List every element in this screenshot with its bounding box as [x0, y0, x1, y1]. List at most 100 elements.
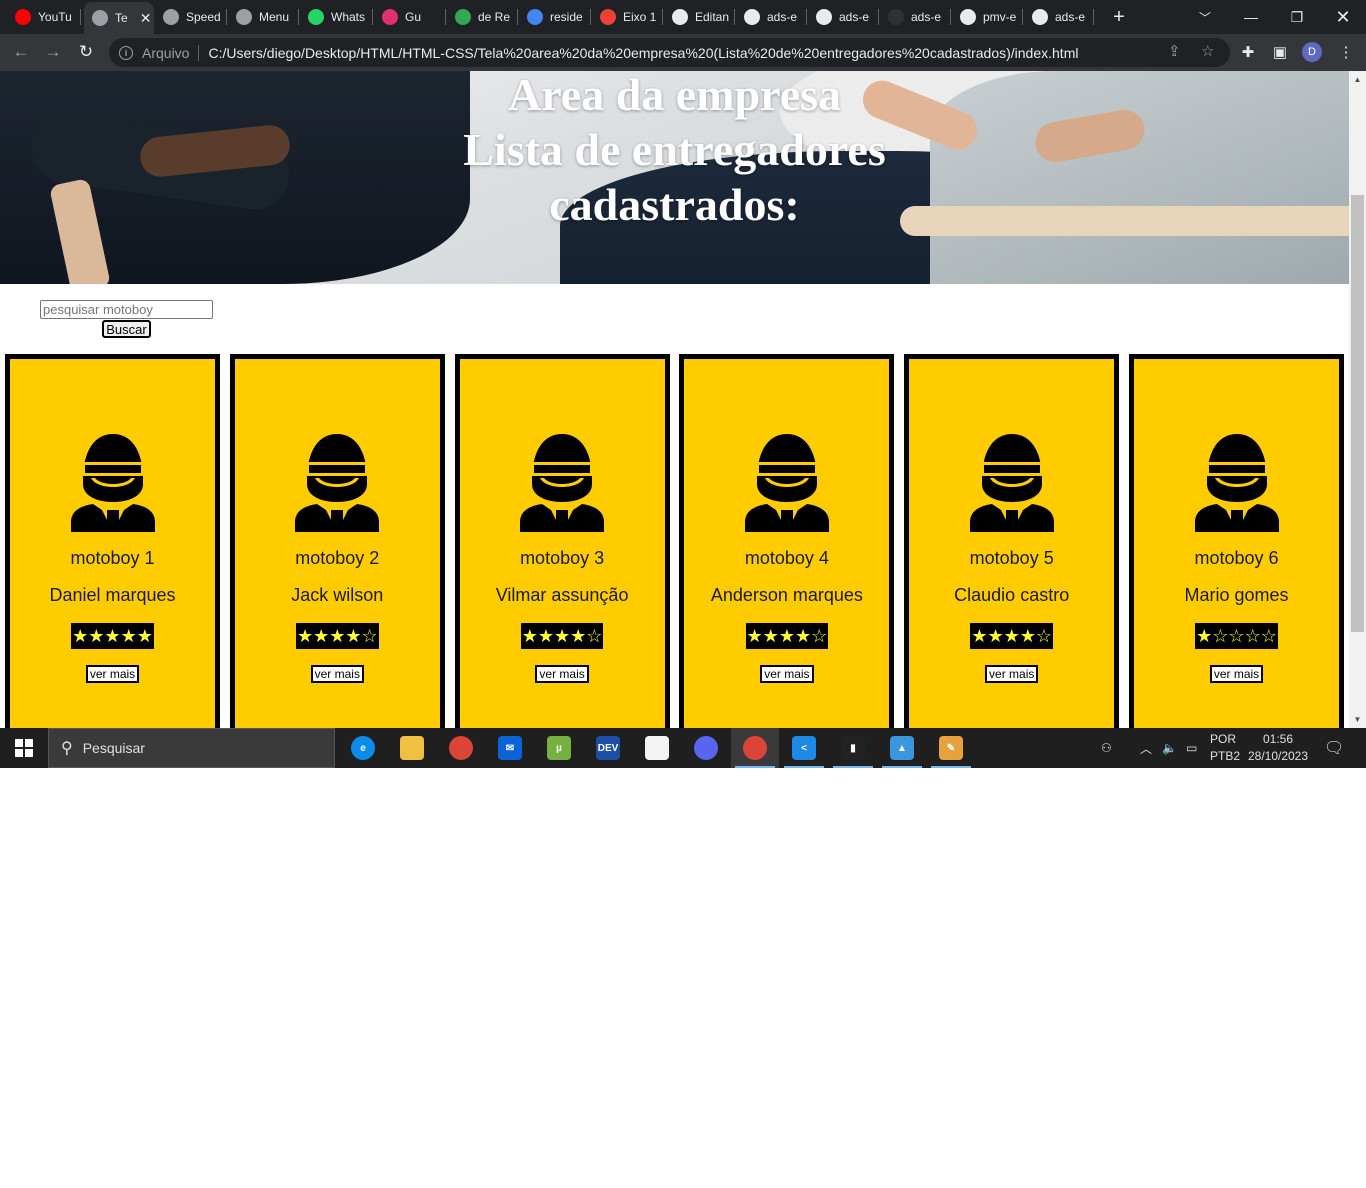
search-area: Buscar [40, 300, 213, 338]
scrollbar-thumb[interactable] [1351, 195, 1364, 632]
browser-tab[interactable]: Te ✕ [84, 2, 154, 34]
browser-tab[interactable]: Speed [155, 5, 227, 29]
search-motoboy-input[interactable] [40, 300, 213, 319]
star-rating: ★★★★☆ [970, 623, 1054, 649]
clock-time: 01:56 [1262, 732, 1294, 746]
windows-start-icon[interactable] [0, 728, 48, 768]
taskbar-app[interactable]: ✎ [927, 728, 975, 768]
address-bar[interactable]: i Arquivo C:/Users/diego/Desktop/HTML/HT… [109, 38, 1230, 67]
taskbar-app[interactable]: ✉ [486, 728, 534, 768]
taskbar-app[interactable]: < [780, 728, 828, 768]
tab-separator [590, 9, 591, 25]
courier-card: motoboy 6 Mario gomes ★☆☆☆☆ ver mais [1129, 354, 1344, 728]
back-arrow-icon[interactable]: ← [8, 39, 34, 65]
tab-search-chevron-icon[interactable]: ﹀ [1193, 5, 1217, 29]
courier-name: Anderson marques [710, 585, 863, 605]
address-scheme: Arquivo [142, 44, 190, 61]
taskbar-app[interactable] [388, 728, 436, 768]
chrome-icon [449, 736, 473, 760]
page-title-line-2: Lista de entregadores [463, 124, 886, 175]
ver-mais-button[interactable]: ver mais [1209, 665, 1264, 683]
github-dark-icon [888, 9, 904, 25]
browser-tab[interactable]: Editan [664, 5, 735, 29]
taskbar-app[interactable]: µ [535, 728, 583, 768]
browser-tab[interactable]: Eixo 1 [592, 5, 663, 29]
bookmark-star-icon[interactable]: ☆ [1201, 42, 1214, 60]
browser-tab[interactable]: pmv-e [952, 5, 1023, 29]
browser-tab[interactable]: Menu [228, 5, 299, 29]
taskbar-app[interactable] [633, 728, 681, 768]
address-divider [198, 44, 200, 61]
motorcycle-helmet-rider-icon [295, 432, 380, 532]
ver-mais-button[interactable]: ver mais [535, 665, 589, 683]
menu-kebab-icon[interactable]: ⋮ [1334, 40, 1358, 64]
github-icon [744, 9, 760, 25]
motorcycle-helmet-rider-icon [70, 432, 155, 532]
running-indicator [784, 766, 824, 768]
volume-icon[interactable]: 🔈 [1162, 728, 1177, 768]
courier-card-list: motoboy 1 Daniel marques ★★★★★ ver mais moto… [5, 354, 1345, 728]
page-title-line-3: cadastrados: [549, 179, 800, 230]
close-tab-icon[interactable]: ✕ [140, 10, 152, 27]
browser-tab[interactable]: ads-e [1024, 5, 1094, 29]
ver-mais-button[interactable]: ver mais [85, 665, 140, 683]
star-rating: ★★★★★ [71, 623, 154, 649]
page-scrollbar[interactable]: ▲ ▼ [1349, 71, 1366, 728]
new-tab-button[interactable]: + [1107, 5, 1131, 29]
search-button[interactable]: Buscar [102, 320, 151, 338]
taskbar-app[interactable] [731, 728, 779, 768]
courier-number-label: motoboy 1 [70, 548, 155, 568]
share-icon[interactable]: ⇪ [1168, 42, 1181, 60]
youtube-icon [15, 9, 31, 25]
scroll-up-arrow-icon[interactable]: ▲ [1349, 71, 1366, 88]
browser-tab[interactable]: YouTu [7, 5, 81, 29]
side-panel-icon[interactable]: ▣ [1268, 40, 1292, 64]
star-rating: ★★★★☆ [295, 623, 379, 649]
close-window-button[interactable]: ✕ [1320, 0, 1366, 34]
taskbar-app[interactable] [437, 728, 485, 768]
notifications-icon[interactable]: 🗨 [1324, 728, 1344, 768]
browser-tab-title: Te [115, 11, 128, 25]
ver-mais-button[interactable]: ver mais [760, 665, 814, 683]
browser-tab[interactable]: Gu [374, 5, 446, 29]
courier-number-label: motoboy 3 [520, 548, 605, 568]
extensions-icon[interactable]: ✚ [1236, 40, 1260, 64]
browser-tab[interactable]: reside [519, 5, 591, 29]
scroll-down-arrow-icon[interactable]: ▼ [1349, 711, 1366, 728]
network-icon[interactable]: ▭ [1186, 728, 1197, 768]
forward-arrow-icon[interactable]: → [40, 39, 66, 65]
people-icon[interactable]: ⚇ [1101, 728, 1112, 768]
taskbar-clock[interactable]: 01:56 28/10/2023 [1247, 731, 1309, 765]
browser-tab[interactable]: de Re [447, 5, 518, 29]
ver-mais-button[interactable]: ver mais [985, 665, 1039, 683]
courier-name: Daniel marques [49, 585, 176, 605]
minimize-button[interactable]: — [1228, 0, 1274, 34]
address-url[interactable]: C:/Users/diego/Desktop/HTML/HTML-CSS/Tel… [208, 45, 1078, 61]
taskbar-app[interactable]: ▲ [878, 728, 926, 768]
taskbar-app[interactable]: e [339, 728, 387, 768]
language-line-2: PTB2 [1210, 749, 1241, 763]
taskbar-app[interactable]: ▮ [829, 728, 877, 768]
courier-number-label: motoboy 6 [1194, 548, 1279, 568]
browser-tab-title: ads-e [839, 10, 870, 24]
language-indicator[interactable]: POR PTB2 [1210, 731, 1240, 765]
github-icon [1032, 9, 1048, 25]
reload-icon[interactable]: ↻ [73, 39, 99, 65]
restore-button[interactable]: ❐ [1274, 0, 1320, 34]
taskbar-search-box[interactable]: ⚲ Pesquisar [48, 728, 335, 768]
taskbar-app[interactable]: DEV [584, 728, 632, 768]
instagram-icon [382, 9, 398, 25]
language-line-1: POR [1210, 732, 1237, 746]
taskbar-app[interactable] [682, 728, 730, 768]
browser-tab[interactable]: ads-e [736, 5, 807, 29]
info-icon[interactable]: i [119, 45, 133, 60]
browser-tab[interactable]: ads-e [880, 5, 951, 29]
profile-avatar[interactable]: D [1302, 42, 1322, 62]
ver-mais-button[interactable]: ver mais [310, 665, 364, 683]
browser-tab-title: Gu [405, 10, 422, 24]
courier-number-label: motoboy 5 [969, 548, 1054, 568]
browser-tab[interactable]: Whats [300, 5, 373, 29]
browser-tab[interactable]: ads-e [808, 5, 879, 29]
show-hidden-icons-chevron-icon[interactable]: ︿ [1140, 728, 1152, 768]
tab-separator [878, 9, 879, 25]
